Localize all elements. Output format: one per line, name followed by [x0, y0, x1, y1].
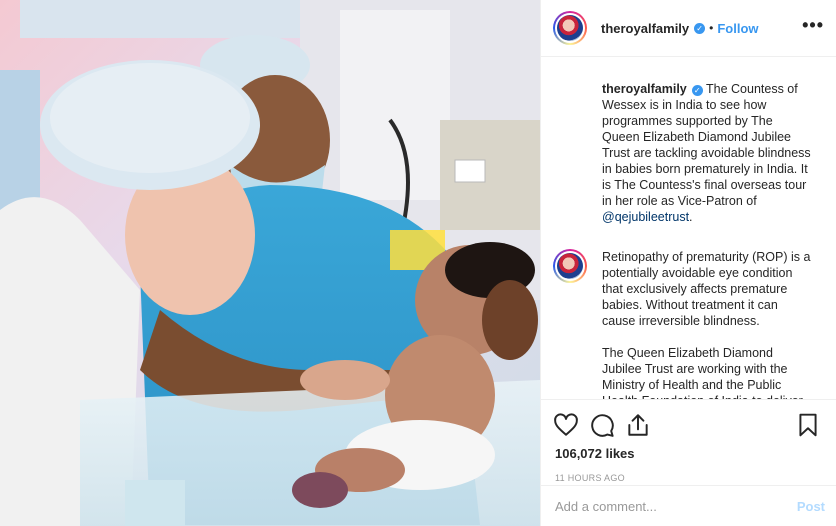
comment-icon[interactable] [589, 412, 615, 438]
post-photo[interactable] [0, 0, 540, 526]
caption-comment: theroyalfamily ✓ The Countess of Wessex i… [553, 81, 815, 225]
avatar[interactable] [553, 11, 587, 45]
profile-picture [557, 15, 583, 41]
add-comment-bar: Post [541, 485, 836, 526]
post-header: theroyalfamily ✓ • Follow ••• [541, 0, 836, 57]
follow-up-text: Retinopathy of prematurity (ROP) is a po… [602, 249, 812, 399]
caption-avatar-spacer [553, 81, 587, 225]
username-link[interactable]: theroyalfamily [601, 21, 689, 36]
bookmark-icon[interactable] [795, 412, 821, 438]
caption-username[interactable]: theroyalfamily [602, 82, 687, 96]
share-icon[interactable] [625, 412, 651, 438]
comment-paragraph: The Queen Elizabeth Diamond Jubilee Trus… [602, 346, 803, 399]
comment-paragraph: Retinopathy of prematurity (ROP) is a po… [602, 250, 811, 328]
post-image [0, 0, 540, 526]
caption-body: The Countess of Wessex is in India to se… [602, 82, 811, 208]
caption-end: . [689, 210, 693, 224]
post-side-panel: theroyalfamily ✓ • Follow ••• theroyalfa… [540, 0, 836, 526]
verified-badge-icon: ✓ [691, 85, 703, 96]
follow-up-comment: Retinopathy of prematurity (ROP) is a po… [553, 249, 815, 399]
action-bar [553, 410, 821, 440]
follow-button[interactable]: Follow [717, 21, 758, 36]
post-comment-button[interactable]: Post [797, 499, 825, 514]
heart-icon[interactable] [553, 412, 579, 438]
post-actions-section: 106,072 likes 11 HOURS AGO [541, 399, 836, 483]
mention-link[interactable]: @qejubileetrust [602, 210, 689, 224]
more-options-icon[interactable]: ••• [802, 16, 824, 34]
likes-count[interactable]: 106,072 likes [553, 446, 821, 461]
verified-badge-icon: ✓ [694, 22, 706, 34]
avatar[interactable] [553, 249, 587, 283]
comments-list[interactable]: theroyalfamily ✓ The Countess of Wessex i… [541, 57, 836, 399]
profile-picture [557, 253, 583, 279]
comment-input[interactable] [555, 498, 797, 514]
separator-dot: • [709, 21, 714, 35]
post-timestamp[interactable]: 11 HOURS AGO [553, 473, 821, 483]
caption-text: theroyalfamily ✓ The Countess of Wessex i… [602, 81, 812, 225]
